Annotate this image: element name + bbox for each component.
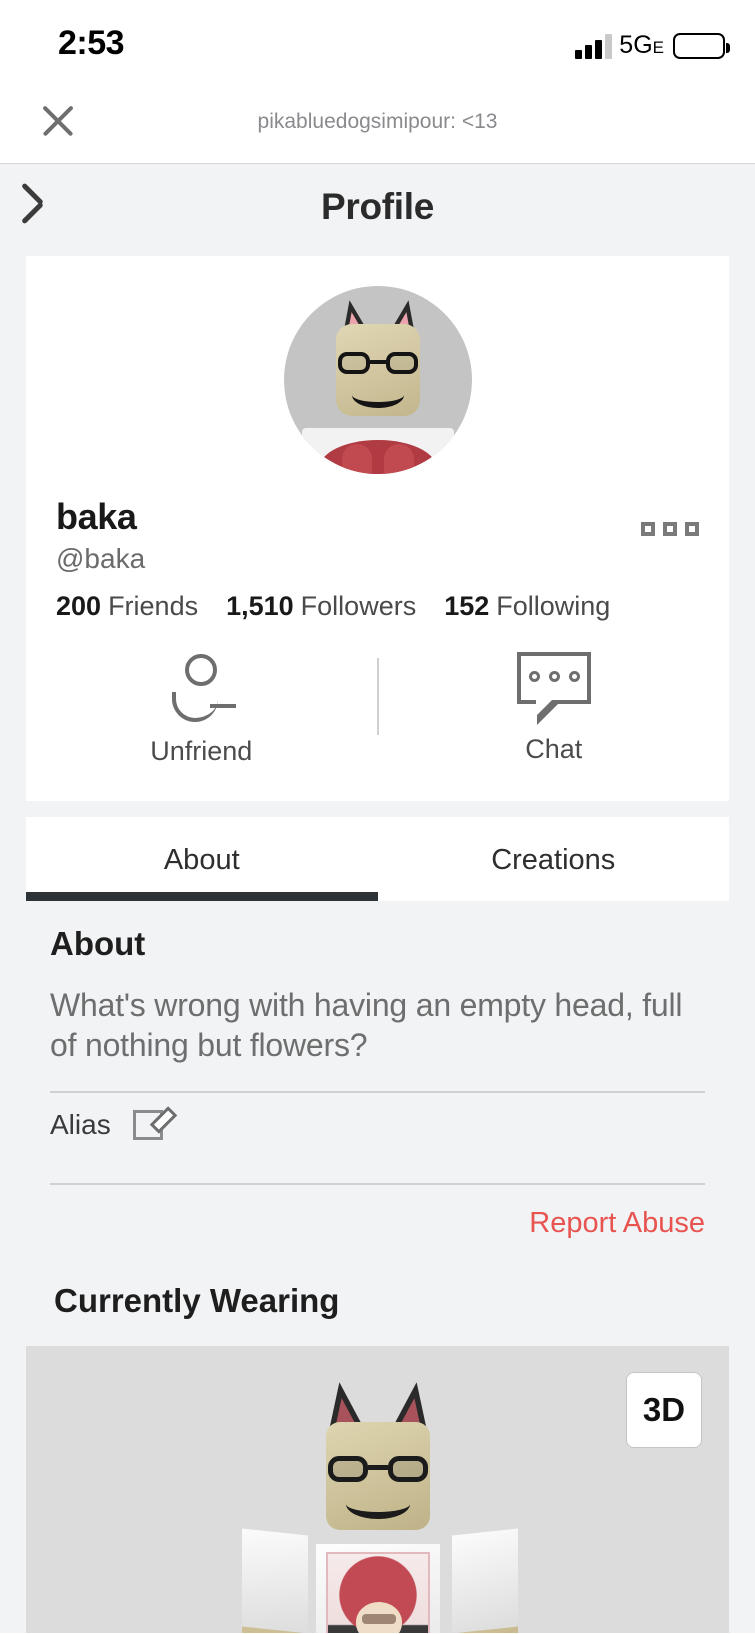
- tab-about[interactable]: About: [26, 817, 378, 901]
- unfriend-button[interactable]: Unfriend: [26, 652, 377, 767]
- signal-bars-icon: [575, 33, 613, 59]
- alias-label: Alias: [50, 1109, 111, 1140]
- three-dots-menu-icon[interactable]: [641, 496, 699, 536]
- about-bio-text: What's wrong with having an empty head, …: [50, 987, 683, 1063]
- chat-label: Chat: [525, 734, 583, 764]
- page-title: Profile: [320, 186, 435, 227]
- edit-pencil-icon[interactable]: [132, 1106, 177, 1143]
- chat-button[interactable]: Chat: [379, 652, 730, 767]
- report-abuse-link[interactable]: Report Abuse: [50, 1185, 705, 1240]
- currently-wearing-heading: Currently Wearing: [54, 1282, 340, 1319]
- toggle-3d-button[interactable]: 3D: [626, 1372, 702, 1448]
- profile-tabs: About Creations: [26, 817, 729, 901]
- stat-followers[interactable]: 1,510 Followers: [226, 591, 416, 622]
- stat-friends[interactable]: 200 Friends: [56, 591, 198, 622]
- status-bar: 2:53 5GE: [0, 0, 755, 86]
- stat-following[interactable]: 152 Following: [444, 591, 610, 622]
- profile-card: baka @baka 200 Friends 1,510 Followers 152…: [26, 256, 729, 801]
- profile-actions: Unfriend Chat: [26, 652, 729, 801]
- chat-bubble-icon: [515, 652, 593, 725]
- avatar-viewport[interactable]: 3D: [26, 1346, 729, 1633]
- full-body-avatar-render: [218, 1374, 538, 1633]
- unfriend-label: Unfriend: [150, 736, 253, 766]
- tab-creations[interactable]: Creations: [378, 817, 730, 901]
- profile-stats: 200 Friends 1,510 Followers 152 Following: [26, 575, 729, 622]
- browser-page-title: pikabluedogsimipour: <13: [257, 110, 498, 133]
- nav-header: Profile: [0, 164, 755, 256]
- display-name: baka: [56, 496, 137, 537]
- browser-bar: pikabluedogsimipour: <13: [0, 86, 755, 164]
- person-remove-icon: [164, 652, 238, 726]
- name-row: baka @baka: [26, 474, 729, 575]
- avatar-container: [26, 286, 729, 474]
- user-avatar-headshot[interactable]: [283, 286, 472, 474]
- about-section: About What's wrong with having an empty …: [0, 901, 755, 1240]
- user-handle: @baka: [56, 543, 146, 574]
- profile-page: Profile baka @baka 200 Friends 1,510 Fol…: [0, 164, 755, 1633]
- status-indicators: 5GE: [575, 27, 730, 59]
- alias-row[interactable]: Alias: [50, 1093, 705, 1157]
- battery-icon: [673, 33, 730, 59]
- about-heading: About: [50, 925, 146, 962]
- network-label: 5GE: [619, 31, 664, 59]
- status-time: 2:53: [58, 24, 125, 62]
